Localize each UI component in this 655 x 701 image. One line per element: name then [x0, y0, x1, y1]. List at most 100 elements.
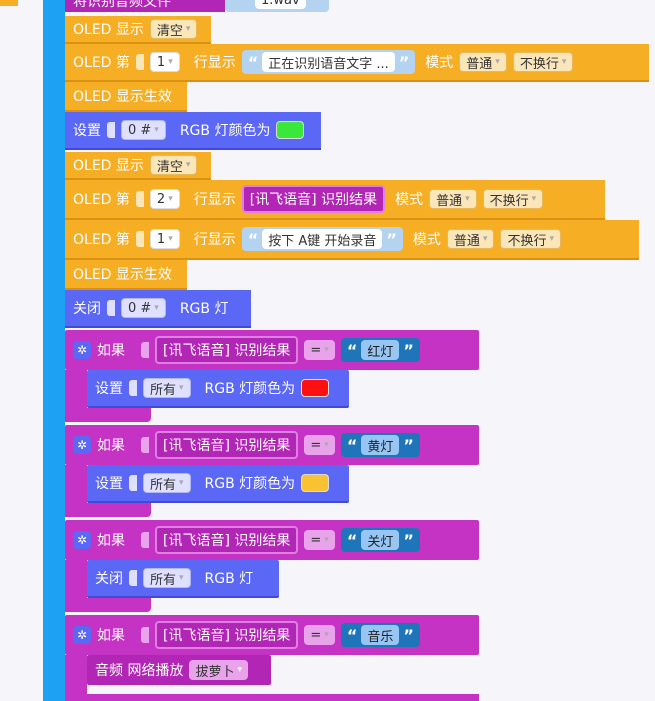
mode-dropdown[interactable]: 普通 ▾: [446, 229, 495, 249]
row-show-label: 行显示: [193, 55, 236, 71]
rgb-set-all-yellow[interactable]: 设置 所有 ▾ RGB 灯颜色为: [87, 465, 349, 503]
audio-play-block[interactable]: 音频 网络播放 拔萝卜 ▾: [87, 655, 271, 685]
text-value[interactable]: 按下 A键 开始录音: [262, 229, 383, 249]
if-off-header: ✲ 如果 [讯飞语音] 识别结果 = ▾ “ 关灯 ”: [65, 520, 428, 560]
led-index-dropdown[interactable]: 0 # ▾: [121, 120, 166, 140]
set-label: 设置: [73, 123, 101, 139]
text-value[interactable]: 红灯: [361, 340, 400, 360]
set-label: 设置: [95, 381, 123, 397]
oled-line-label: OLED 第: [73, 55, 130, 71]
text-value[interactable]: 关灯: [361, 530, 400, 550]
main-stack-spine: [43, 0, 65, 701]
ifly-result-block[interactable]: [讯飞语音] 识别结果: [241, 185, 386, 213]
chevron-down-icon: ▾: [237, 665, 242, 675]
clear-dropdown[interactable]: 清空 ▾: [149, 19, 198, 39]
chevron-down-icon: ▾: [324, 630, 329, 640]
chevron-down-icon: ▾: [179, 573, 184, 583]
color-swatch-yellow[interactable]: [301, 474, 330, 492]
wrap-dropdown[interactable]: 不换行 ▾: [500, 229, 562, 249]
chevron-down-icon: ▾: [482, 234, 488, 244]
row-show-label: 行显示: [193, 192, 236, 208]
line-number-input[interactable]: 1 ▾: [149, 229, 180, 249]
line-number-input[interactable]: 2 ▾: [149, 189, 180, 209]
mode-dropdown[interactable]: 普通 ▾: [459, 52, 507, 72]
if-block-yellow-foot: [65, 503, 151, 517]
oled-line-label: OLED 第: [73, 192, 130, 208]
chevron-down-icon: ▾: [154, 303, 159, 313]
rgb-color-label: RGB 灯颜色为: [204, 381, 296, 397]
oled-line-label: OLED 第: [73, 232, 130, 248]
clear-dropdown[interactable]: 清空 ▾: [149, 155, 198, 175]
color-swatch-red[interactable]: [301, 379, 330, 397]
gear-icon[interactable]: ✲: [73, 531, 91, 549]
if-block-off-foot: [65, 598, 151, 612]
if-block-red-foot: [65, 408, 151, 422]
text-string-block[interactable]: “ 音乐 ”: [340, 623, 420, 647]
mode-dropdown[interactable]: 普通 ▾: [429, 189, 477, 209]
chevron-down-icon: ▾: [154, 125, 159, 135]
gear-icon[interactable]: ✲: [73, 626, 91, 644]
ifly-result-block[interactable]: [讯飞语音] 识别结果: [155, 336, 299, 364]
ifly-result-block[interactable]: [讯飞语音] 识别结果: [155, 526, 299, 554]
ifly-result-block[interactable]: [讯飞语音] 识别结果: [155, 431, 299, 459]
oled-apply-label: OLED 显示生效: [73, 267, 172, 283]
led-index-dropdown[interactable]: 所有 ▾: [143, 378, 191, 398]
line-number-input[interactable]: 1 ▾: [149, 52, 180, 72]
ifly-result-block[interactable]: [讯飞语音] 识别结果: [155, 621, 299, 649]
gear-icon[interactable]: ✲: [73, 436, 91, 454]
rgb-set-block[interactable]: 设置 0 # ▾ RGB 灯颜色为: [65, 112, 321, 150]
chevron-down-icon: ▾: [168, 57, 173, 67]
oled-clear-block[interactable]: OLED 显示 清空 ▾: [65, 16, 211, 44]
text-string-block[interactable]: “ 正在识别语音文字 ... ”: [241, 50, 416, 74]
recognize-file-block[interactable]: 将识别音频文件: [65, 0, 225, 12]
wrap-dropdown[interactable]: 不换行 ▾: [482, 189, 544, 209]
chevron-down-icon: ▾: [549, 234, 555, 244]
text-string-block[interactable]: “ 按下 A键 开始录音 ”: [241, 227, 403, 251]
oled-line1-block[interactable]: OLED 第 1 ▾ 行显示 “ 正在识别语音文字 ... ” 模式 普通 ▾ 不换…: [65, 44, 649, 82]
audio-play-label: 音频 网络播放: [95, 663, 184, 679]
rgb-color-label: RGB 灯颜色为: [179, 123, 271, 139]
rgb-set-all-red[interactable]: 设置 所有 ▾ RGB 灯颜色为: [87, 370, 349, 408]
oled-apply-label: OLED 显示生效: [73, 89, 172, 105]
rgb-off-block[interactable]: 关闭 0 # ▾ RGB 灯: [65, 290, 251, 328]
gear-icon[interactable]: ✲: [73, 341, 91, 359]
chevron-down-icon: ▾: [185, 24, 191, 34]
recognize-file-value[interactable]: 1.wav: [225, 0, 329, 12]
rgb-off-all[interactable]: 关闭 所有 ▾ RGB 灯: [87, 560, 279, 598]
text-string-block[interactable]: “ 红灯 ”: [340, 338, 420, 362]
song-dropdown[interactable]: 拔萝卜 ▾: [189, 660, 248, 680]
compare-dropdown[interactable]: = ▾: [304, 625, 335, 645]
led-index-dropdown[interactable]: 0 # ▾: [121, 298, 166, 318]
text-value[interactable]: 音乐: [361, 625, 400, 645]
oled-apply-block[interactable]: OLED 显示生效: [65, 82, 187, 112]
chevron-down-icon: ▾: [324, 345, 329, 355]
wrap-dropdown[interactable]: 不换行 ▾: [512, 52, 574, 72]
color-swatch-green[interactable]: [276, 121, 305, 139]
compare-dropdown[interactable]: = ▾: [304, 435, 335, 455]
oled-show-label: OLED 显示: [73, 22, 144, 38]
text-value[interactable]: 黄灯: [361, 435, 400, 455]
mode-label: 模式: [412, 232, 441, 248]
rgb-led-label: RGB 灯: [204, 571, 254, 587]
oled-clear-block-2[interactable]: OLED 显示 清空 ▾: [65, 152, 211, 180]
chevron-down-icon: ▾: [185, 160, 191, 170]
led-index-dropdown[interactable]: 所有 ▾: [143, 473, 191, 493]
text-value[interactable]: 正在识别语音文字 ...: [262, 52, 395, 72]
close-label: 关闭: [73, 301, 101, 317]
oled-line2-block[interactable]: OLED 第 2 ▾ 行显示 [讯飞语音] 识别结果 模式 普通 ▾ 不换行 ▾: [65, 180, 605, 220]
text-string-block[interactable]: “ 关灯 ”: [340, 528, 420, 552]
led-index-dropdown[interactable]: 所有 ▾: [143, 568, 191, 588]
if-label: 如果: [97, 533, 125, 549]
compare-dropdown[interactable]: = ▾: [304, 530, 335, 550]
mode-label: 模式: [395, 192, 424, 208]
compare-dropdown[interactable]: = ▾: [304, 340, 335, 360]
oled-apply-block-2[interactable]: OLED 显示生效: [65, 260, 187, 290]
chevron-down-icon: ▾: [168, 194, 173, 204]
oled-line1-block-2[interactable]: OLED 第 1 ▾ 行显示 “ 按下 A键 开始录音 ” 模式 普通 ▾ 不换行 ▾: [65, 220, 639, 260]
if-block-yellow-spine: [65, 465, 87, 507]
row-show-label: 行显示: [193, 232, 236, 248]
text-string-block[interactable]: “ 黄灯 ”: [340, 433, 420, 457]
if-block-off-spine: [65, 560, 87, 602]
if-label: 如果: [97, 628, 125, 644]
rgb-led-label: RGB 灯: [179, 301, 229, 317]
